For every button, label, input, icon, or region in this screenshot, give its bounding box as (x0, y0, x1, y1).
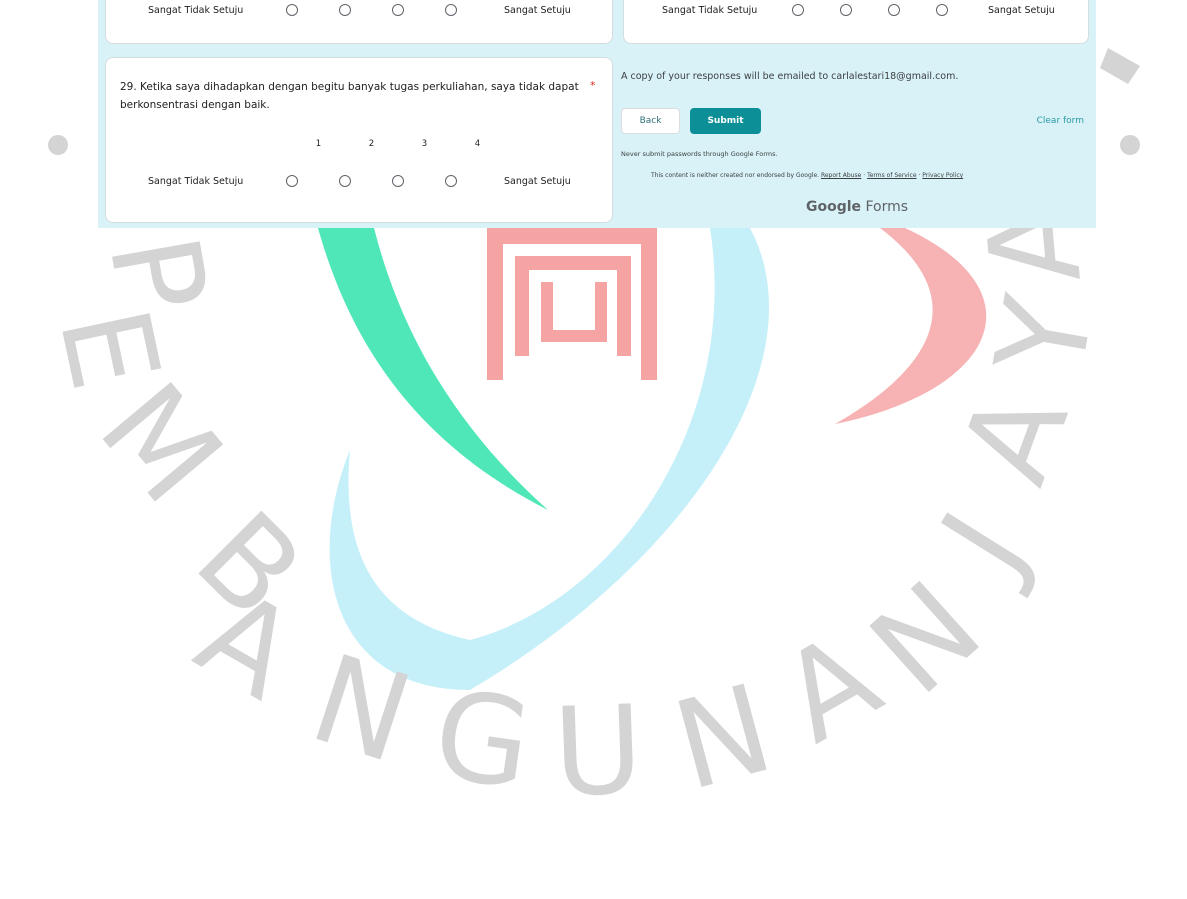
back-button[interactable]: Back (621, 108, 680, 134)
separator: · (918, 172, 921, 179)
scale-radio-2[interactable] (840, 4, 852, 16)
disclaimer-text: This content is neither created nor endo… (651, 172, 820, 179)
report-abuse-link[interactable]: Report Abuse (821, 172, 861, 179)
logo-google-word: Google (806, 199, 862, 215)
scale-max-label: Sangat Setuju (504, 175, 571, 187)
scale-radio-1[interactable] (286, 4, 298, 16)
watermark-letter: G (426, 663, 539, 817)
logo-forms-word: Forms (865, 199, 909, 215)
separator: · (863, 172, 866, 179)
scale-number-4: 4 (474, 139, 481, 149)
privacy-link[interactable]: Privacy Policy (922, 172, 963, 179)
question-card-previous-left: Sangat Tidak Setuju Sangat Setuju (105, 0, 613, 44)
linear-scale-row: Sangat Tidak Setuju Sangat Setuju (662, 4, 1055, 16)
scale-radio-4[interactable] (445, 4, 457, 16)
scale-min-label: Sangat Tidak Setuju (148, 4, 244, 16)
scale-radio-3[interactable] (392, 4, 404, 16)
scale-number-3: 3 (421, 139, 428, 149)
disclaimer: This content is neither created nor endo… (651, 172, 963, 179)
linear-scale-row: Sangat Tidak Setuju Sangat Setuju (148, 4, 571, 16)
question-card-previous-right: Sangat Tidak Setuju Sangat Setuju (623, 0, 1089, 44)
scale-radio-1[interactable] (286, 175, 298, 187)
scale-number-2: 2 (368, 139, 375, 149)
scale-min-label: Sangat Tidak Setuju (148, 175, 244, 187)
submit-button[interactable]: Submit (690, 108, 761, 134)
watermark-letter: A (934, 373, 1096, 500)
response-copy-note: A copy of your responses will be emailed… (621, 71, 959, 82)
watermark-dot-left (48, 135, 68, 155)
scale-radio-2[interactable] (339, 4, 351, 16)
linear-scale-row: Sangat Tidak Setuju Sangat Setuju (148, 175, 571, 187)
google-form-section: Sangat Tidak Setuju Sangat Setuju Sangat… (98, 0, 1096, 228)
clear-form-link[interactable]: Clear form (1037, 116, 1084, 126)
scale-number-1: 1 (315, 139, 322, 149)
question-card-29: 29. Ketika saya dihadapkan dengan begitu… (105, 57, 613, 223)
scale-radio-4[interactable] (445, 175, 457, 187)
watermark-letter: N (661, 657, 786, 818)
question-title: 29. Ketika saya dihadapkan dengan begitu… (120, 81, 579, 111)
scale-max-label: Sangat Setuju (988, 4, 1055, 16)
scale-min-label: Sangat Tidak Setuju (662, 4, 758, 16)
google-forms-logo[interactable]: Google Forms (806, 199, 908, 215)
watermark-arc-top-right (1100, 48, 1140, 84)
required-asterisk: * (590, 79, 596, 92)
scale-numbers: 1 2 3 4 (292, 139, 504, 149)
scale-radio-2[interactable] (339, 175, 351, 187)
emblem-green-arc (318, 228, 548, 510)
watermark-letter: Y (969, 287, 1122, 387)
scale-radio-1[interactable] (792, 4, 804, 16)
watermark-letter: U (551, 679, 645, 824)
terms-link[interactable]: Terms of Service (867, 172, 916, 179)
scale-max-label: Sangat Setuju (504, 4, 571, 16)
scale-radio-3[interactable] (888, 4, 900, 16)
scale-radio-3[interactable] (392, 175, 404, 187)
scale-radio-4[interactable] (936, 4, 948, 16)
watermark-dot-right (1120, 135, 1140, 155)
emblem-red-maze (487, 228, 657, 380)
password-warning: Never submit passwords through Google Fo… (621, 150, 778, 158)
watermark-letter: N (296, 628, 427, 791)
